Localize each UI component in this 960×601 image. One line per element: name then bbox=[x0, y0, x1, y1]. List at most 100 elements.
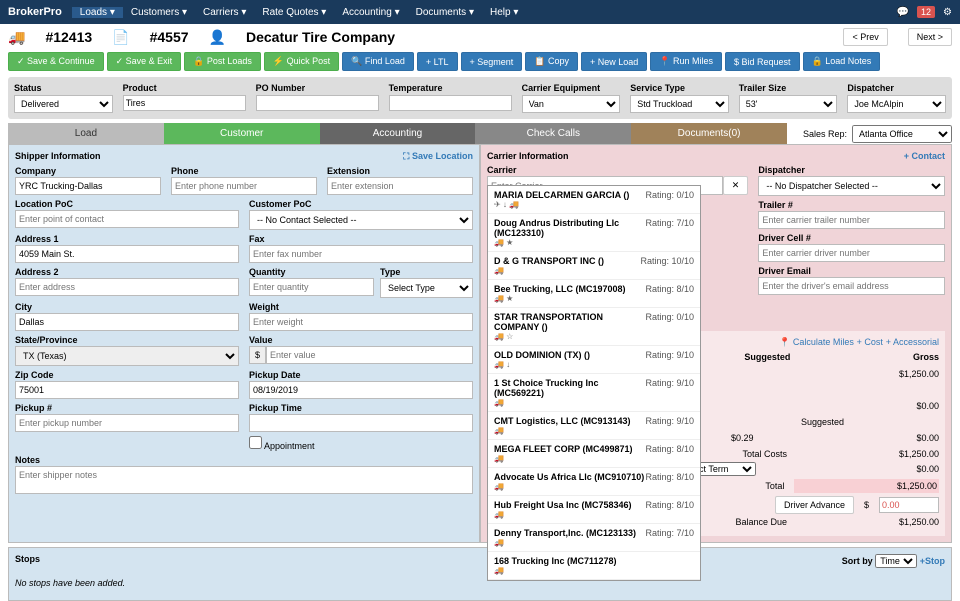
clear-carrier-button[interactable]: ✕ bbox=[723, 176, 749, 195]
value-input[interactable] bbox=[266, 346, 473, 364]
tabs: Load Customer Accounting Check Calls Doc… bbox=[8, 123, 787, 144]
nav-loads[interactable]: Loads ▾ bbox=[72, 7, 123, 18]
top-navbar: BrokerPro Loads ▾ Customers ▾ Carriers ▾… bbox=[0, 0, 960, 24]
quick-post-button[interactable]: ⚡ Quick Post bbox=[264, 52, 339, 71]
type-select[interactable]: Select Type bbox=[380, 278, 473, 298]
cell-input[interactable] bbox=[758, 244, 945, 262]
addr1-input[interactable] bbox=[15, 245, 239, 263]
weight-input[interactable] bbox=[249, 313, 473, 331]
action-toolbar: ✓ Save & Continue ✓ Save & Exit 🔒 Post L… bbox=[0, 50, 960, 73]
nav-documents[interactable]: Documents ▾ bbox=[408, 7, 482, 18]
addr2-input[interactable] bbox=[15, 278, 239, 296]
tab-customer[interactable]: Customer bbox=[164, 123, 320, 144]
equip-select[interactable]: Van bbox=[522, 95, 621, 113]
carrier-suggestion[interactable]: Rating: 8/10Advocate Us Africa Llc (MC91… bbox=[488, 468, 700, 496]
ltl-button[interactable]: + LTL bbox=[417, 52, 458, 71]
dispatcher-select[interactable]: Joe McAlpin bbox=[847, 95, 946, 113]
new-load-button[interactable]: + New Load bbox=[581, 52, 647, 71]
next-button[interactable]: Next > bbox=[908, 28, 952, 46]
carrier-suggestion[interactable]: Rating: 8/10Bee Trucking, LLC (MC197008)… bbox=[488, 280, 700, 308]
order-number: #4557 bbox=[150, 29, 189, 45]
carrier-panel: Carrier Information+ Contact Carrier ✕ D… bbox=[480, 144, 952, 543]
filter-bar: StatusDelivered Product PO Number Temper… bbox=[8, 77, 952, 119]
state-select[interactable]: TX (Texas) bbox=[15, 346, 239, 366]
add-accessorial-link[interactable]: + Accessorial bbox=[886, 337, 939, 347]
prev-button[interactable]: < Prev bbox=[843, 28, 887, 46]
zip-input[interactable] bbox=[15, 381, 239, 399]
carrier-suggestion[interactable]: Rating: 9/10CMT Logistics, LLC (MC913143… bbox=[488, 412, 700, 440]
bid-request-button[interactable]: $ Bid Request bbox=[725, 52, 800, 71]
copy-button[interactable]: 📋 Copy bbox=[525, 52, 578, 71]
carrier-suggestion[interactable]: Rating: 10/10D & G TRANSPORT INC ()🚚 bbox=[488, 252, 700, 280]
stops-sort-select[interactable]: Time bbox=[875, 554, 917, 568]
pickup-input[interactable] bbox=[15, 414, 239, 432]
equip-label: Carrier Equipment bbox=[522, 83, 621, 93]
carrier-suggestion[interactable]: 168 Trucking Inc (MC711278)🚚 bbox=[488, 552, 700, 580]
chat-icon[interactable]: 💬 bbox=[897, 7, 909, 18]
carrier-suggestion[interactable]: Rating: 9/101 St Choice Trucking Inc (MC… bbox=[488, 374, 700, 412]
doc-icon: 📄 bbox=[112, 29, 129, 46]
carrier-suggestion[interactable]: Rating: 0/10MARIA DELCARMEN GARCIA ()✈ ↓… bbox=[488, 186, 700, 214]
sales-rep: Sales Rep: Atlanta Office bbox=[795, 125, 960, 143]
custpoc-select[interactable]: -- No Contact Selected -- bbox=[249, 210, 473, 230]
save-continue-button[interactable]: ✓ Save & Continue bbox=[8, 52, 104, 71]
advance-input[interactable] bbox=[879, 497, 939, 513]
add-stop-link[interactable]: +Stop bbox=[920, 556, 945, 566]
segment-button[interactable]: + Segment bbox=[461, 52, 523, 71]
shipper-title: Shipper Information bbox=[15, 151, 101, 162]
carrier-suggestion[interactable]: Rating: 7/10Denny Transport,Inc. (MC1231… bbox=[488, 524, 700, 552]
nav-accounting[interactable]: Accounting ▾ bbox=[334, 7, 407, 18]
nav-quotes[interactable]: Rate Quotes ▾ bbox=[254, 7, 334, 18]
status-label: Status bbox=[14, 83, 113, 93]
notes-textarea[interactable] bbox=[15, 466, 473, 494]
post-loads-button[interactable]: 🔒 Post Loads bbox=[184, 52, 261, 71]
add-cost-link[interactable]: + Cost bbox=[857, 337, 883, 347]
driver-advance-button[interactable]: Driver Advance bbox=[775, 496, 854, 514]
nav-help[interactable]: Help ▾ bbox=[482, 7, 526, 18]
tab-accounting[interactable]: Accounting bbox=[320, 123, 476, 144]
stops-title: Stops bbox=[15, 554, 40, 568]
ext-input[interactable] bbox=[327, 177, 473, 195]
trailer-select[interactable]: 53' bbox=[739, 95, 838, 113]
locpoc-input[interactable] bbox=[15, 210, 239, 228]
phone-input[interactable] bbox=[171, 177, 317, 195]
product-input[interactable] bbox=[123, 95, 246, 111]
tab-docs[interactable]: Documents(0) bbox=[631, 123, 787, 144]
qty-input[interactable] bbox=[249, 278, 374, 296]
nav-customers[interactable]: Customers ▾ bbox=[123, 7, 195, 18]
salesrep-select[interactable]: Atlanta Office bbox=[852, 125, 952, 143]
carrier-suggestion[interactable]: Rating: 8/10Hub Freight Usa Inc (MC75834… bbox=[488, 496, 700, 524]
nav-carriers[interactable]: Carriers ▾ bbox=[195, 7, 254, 18]
status-select[interactable]: Delivered bbox=[14, 95, 113, 113]
save-location-link[interactable]: ⛶ Save Location bbox=[403, 151, 473, 162]
service-select[interactable]: Std Truckload bbox=[630, 95, 729, 113]
time-input[interactable] bbox=[249, 414, 473, 432]
calc-miles-link[interactable]: 📍 Calculate Miles bbox=[779, 337, 854, 347]
appt-checkbox[interactable] bbox=[249, 436, 262, 449]
load-notes-button[interactable]: 🔒 Load Notes bbox=[803, 52, 881, 71]
carrier-suggestion[interactable]: Rating: 8/10MEGA FLEET CORP (MC499871)🚚 bbox=[488, 440, 700, 468]
temp-input[interactable] bbox=[389, 95, 512, 111]
carrier-dispatcher-select[interactable]: -- No Dispatcher Selected -- bbox=[758, 176, 945, 196]
city-input[interactable] bbox=[15, 313, 239, 331]
company-input[interactable] bbox=[15, 177, 161, 195]
carrier-suggestion[interactable]: Rating: 0/10STAR TRANSPORTATION COMPANY … bbox=[488, 308, 700, 346]
email-input[interactable] bbox=[758, 277, 945, 295]
notification-badge[interactable]: 12 bbox=[917, 6, 935, 18]
fax-input[interactable] bbox=[249, 245, 473, 263]
tab-check[interactable]: Check Calls bbox=[475, 123, 631, 144]
shipper-panel: Shipper Information⛶ Save Location Compa… bbox=[8, 144, 480, 543]
gear-icon[interactable]: ⚙ bbox=[943, 7, 952, 18]
header-row: 🚚#12413 📄#4557 👤Decatur Tire Company < P… bbox=[0, 24, 960, 50]
carrier-suggestion[interactable]: Rating: 9/10OLD DOMINION (TX) ()🚚 ↓ bbox=[488, 346, 700, 374]
save-exit-button[interactable]: ✓ Save & Exit bbox=[107, 52, 182, 71]
find-load-button[interactable]: 🔍 Find Load bbox=[342, 52, 414, 71]
temp-label: Temperature bbox=[389, 83, 512, 93]
run-miles-button[interactable]: 📍 Run Miles bbox=[650, 52, 722, 71]
po-input[interactable] bbox=[256, 95, 379, 111]
tab-load[interactable]: Load bbox=[8, 123, 164, 144]
carrier-suggestion[interactable]: Rating: 7/10Doug Andrus Distributing Llc… bbox=[488, 214, 700, 252]
date-input[interactable] bbox=[249, 381, 473, 399]
add-contact-link[interactable]: + Contact bbox=[904, 151, 945, 161]
trailer-input[interactable] bbox=[758, 211, 945, 229]
